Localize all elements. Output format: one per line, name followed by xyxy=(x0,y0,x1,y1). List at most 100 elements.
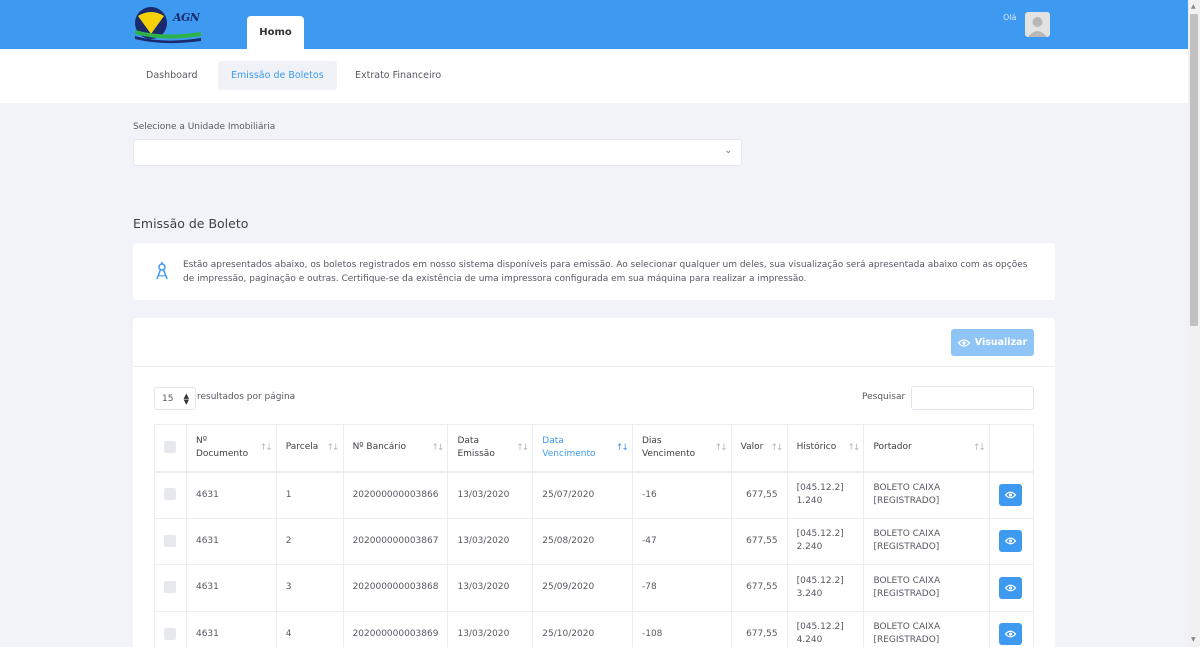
sort-icon: ↑↓ xyxy=(714,443,728,453)
nav-emissao-boletos[interactable]: Emissão de Boletos xyxy=(218,61,337,90)
cell-bancario: 202000000003866 xyxy=(342,471,449,519)
boletos-card: Visualizar 15 ▲ ▼ resultados por página P… xyxy=(133,318,1055,647)
col-bancario[interactable]: Nº Bancário ↑↓ xyxy=(342,424,449,473)
sort-icon: ↑↓ xyxy=(516,443,529,453)
cell-bancario: 202000000003868 xyxy=(342,564,449,612)
row-checkbox[interactable] xyxy=(164,488,176,501)
boletos-table: Nº Documento ↑↓ Parcela ↑↓ Nº Bancário ↑↓ D… xyxy=(154,424,1035,647)
sort-icon: ↑↓ xyxy=(259,443,273,453)
row-actions-cell xyxy=(988,610,1035,647)
row-checkbox[interactable] xyxy=(164,534,176,547)
sort-asc-icon: ↑↓ xyxy=(615,443,629,453)
row-checkbox[interactable] xyxy=(164,627,176,640)
cell-documento: 4631 xyxy=(185,564,277,612)
scroll-up-icon[interactable]: ▲ xyxy=(1191,3,1196,10)
cell-historico: [045.12.2] 3.240 xyxy=(786,564,865,612)
sort-icon: ↑↓ xyxy=(972,443,986,453)
row-select-cell xyxy=(154,517,187,565)
cell-emissao: 13/03/2020 xyxy=(447,564,534,612)
cell-dias: -47 xyxy=(631,517,732,565)
chevron-down-icon: ⌄ xyxy=(724,146,732,156)
col-vencimento[interactable]: Data Vencimento ↑↓ xyxy=(532,424,633,473)
agn-logo[interactable]: AGN xyxy=(133,6,203,44)
cell-portador: BOLETO CAIXA [REGISTRADO] xyxy=(863,471,990,519)
col-dias[interactable]: Dias Vencimento ↑↓ xyxy=(631,424,732,473)
table-row[interactable]: 4631 3 202000000003868 13/03/2020 25/09/2020… xyxy=(154,564,1035,612)
table-row[interactable]: 4631 1 202000000003866 13/03/2020 25/07/2020… xyxy=(154,471,1035,519)
col-label: Nº Documento xyxy=(195,435,249,459)
card-header: Visualizar xyxy=(133,318,1055,367)
logo-text: AGN xyxy=(173,11,200,24)
select-all-checkbox[interactable] xyxy=(164,441,176,453)
cell-valor: 677,55 xyxy=(730,517,788,565)
col-emissao[interactable]: Data Emissão ↑↓ xyxy=(447,424,534,473)
row-actions-cell xyxy=(988,471,1035,519)
col-historico[interactable]: Histórico ↑↓ xyxy=(786,424,865,473)
select-all-cell xyxy=(154,424,187,473)
cell-historico: [045.12.2] 2.240 xyxy=(786,517,865,565)
table-row[interactable]: 4631 4 202000000003869 13/03/2020 25/10/2020… xyxy=(154,610,1035,647)
avatar[interactable] xyxy=(1025,12,1050,37)
cell-parcela: 2 xyxy=(275,517,344,565)
col-parcela[interactable]: Parcela ↑↓ xyxy=(275,424,344,473)
greeting-text: Olá xyxy=(1003,13,1017,22)
col-label: Valor xyxy=(740,442,764,453)
cell-dias: -16 xyxy=(631,471,732,519)
unit-select-label: Selecione a Unidade Imobiliária xyxy=(133,122,276,132)
table-header-row: Nº Documento ↑↓ Parcela ↑↓ Nº Bancário ↑↓ D… xyxy=(154,424,1035,473)
col-portador[interactable]: Portador ↑↓ xyxy=(863,424,990,473)
search-input[interactable] xyxy=(911,386,1034,410)
top-bar: AGN Homo Olá xyxy=(0,0,1188,49)
unit-select[interactable]: ⌄ xyxy=(133,139,742,166)
col-label: Nº Bancário xyxy=(352,442,406,453)
table-row[interactable]: 4631 2 202000000003867 13/03/2020 25/08/2020… xyxy=(154,517,1035,565)
info-text: Estão apresentados abaixo, os boletos re… xyxy=(183,260,1028,284)
page-size-label: resultados por página xyxy=(197,392,296,402)
row-actions-cell xyxy=(988,517,1035,565)
col-documento[interactable]: Nº Documento ↑↓ xyxy=(185,424,277,473)
cell-emissao: 13/03/2020 xyxy=(447,517,534,565)
tab-home[interactable]: Homo xyxy=(247,16,304,49)
cell-portador: BOLETO CAIXA [REGISTRADO] xyxy=(863,517,990,565)
row-actions-cell xyxy=(988,564,1035,612)
cell-valor: 677,55 xyxy=(730,610,788,647)
compass-icon xyxy=(156,262,168,280)
cell-valor: 677,55 xyxy=(730,564,788,612)
cell-portador: BOLETO CAIXA [REGISTRADO] xyxy=(863,610,990,647)
view-boleto-button[interactable] xyxy=(998,530,1022,553)
nav-dashboard[interactable]: Dashboard xyxy=(133,61,211,90)
col-label: Dias Vencimento xyxy=(641,435,696,459)
cell-parcela: 4 xyxy=(275,610,344,647)
col-label: Portador xyxy=(873,442,912,453)
page-scrollbar[interactable]: ▲ ▼ xyxy=(1188,0,1200,647)
visualizar-button[interactable]: Visualizar xyxy=(951,329,1034,356)
sort-icon: ↑↓ xyxy=(847,443,860,453)
info-alert: Estão apresentados abaixo, os boletos re… xyxy=(133,243,1055,300)
scroll-thumb[interactable] xyxy=(1190,14,1198,326)
view-boleto-button[interactable] xyxy=(998,576,1022,599)
eye-icon xyxy=(957,338,970,347)
row-checkbox[interactable] xyxy=(164,581,176,593)
cell-historico: [045.12.2] 1.240 xyxy=(786,471,865,519)
view-boleto-button[interactable] xyxy=(998,484,1022,506)
cell-dias: -78 xyxy=(631,564,732,612)
cell-documento: 4631 xyxy=(185,471,277,519)
cell-vencimento: 25/09/2020 xyxy=(532,564,633,612)
view-boleto-button[interactable] xyxy=(998,623,1022,646)
sort-icon: ↑↓ xyxy=(770,443,783,453)
cell-parcela: 3 xyxy=(275,564,344,612)
sort-icon: ↑↓ xyxy=(431,443,444,453)
col-label: Histórico xyxy=(796,442,837,453)
nav-extrato-financeiro[interactable]: Extrato Financeiro xyxy=(342,61,454,90)
page-size-select[interactable]: 15 ▲ ▼ xyxy=(154,387,196,410)
cell-vencimento: 25/08/2020 xyxy=(532,517,633,565)
cell-bancario: 202000000003869 xyxy=(342,610,449,647)
cell-emissao: 13/03/2020 xyxy=(447,471,534,519)
eye-icon xyxy=(1004,630,1016,638)
cell-bancario: 202000000003867 xyxy=(342,517,449,565)
eye-icon xyxy=(1004,491,1016,499)
cell-emissao: 13/03/2020 xyxy=(447,610,534,647)
col-valor[interactable]: Valor ↑↓ xyxy=(730,424,788,473)
cell-parcela: 1 xyxy=(275,471,344,519)
scroll-down-icon[interactable]: ▼ xyxy=(1191,636,1196,643)
